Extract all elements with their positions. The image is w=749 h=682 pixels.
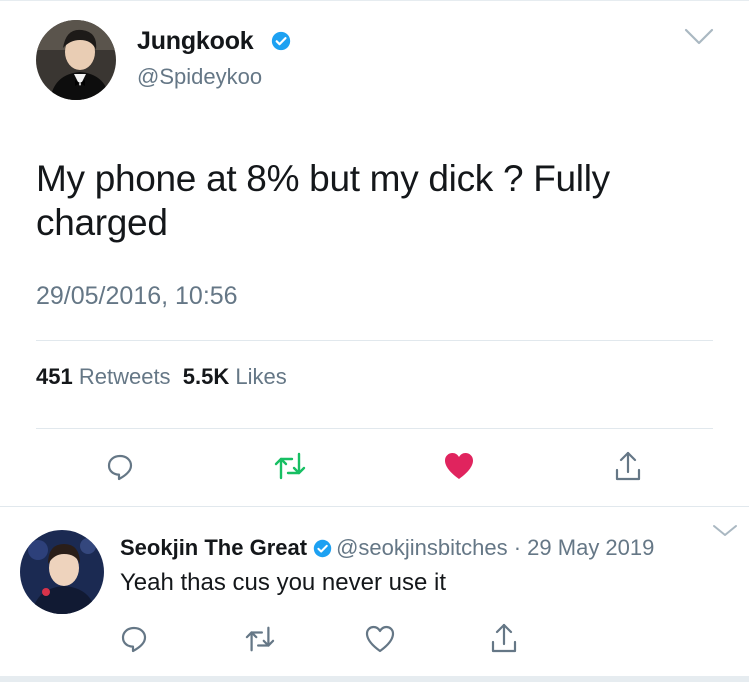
divider (36, 340, 713, 341)
retweet-icon[interactable] (273, 451, 307, 486)
tweet-separator (0, 506, 749, 507)
reply-icon[interactable] (106, 453, 134, 486)
author-avatar[interactable] (36, 20, 116, 100)
share-icon[interactable] (490, 622, 518, 659)
reply-author-name[interactable]: Seokjin The Great (120, 535, 307, 560)
verified-badge-icon (313, 538, 332, 564)
reply-date[interactable]: 29 May 2019 (527, 535, 654, 560)
tweet-text: My phone at 8% but my dick ? Fully charg… (36, 158, 610, 243)
share-icon[interactable] (614, 450, 642, 487)
chevron-down-icon[interactable] (712, 524, 738, 543)
meta-separator: · (513, 535, 522, 560)
retweet-count[interactable]: 451 (36, 364, 73, 389)
verified-badge-icon (271, 31, 291, 56)
like-heart-icon[interactable] (365, 625, 395, 658)
tweet-timestamp[interactable]: 29/05/2016, 10:56 (36, 282, 238, 311)
reply-text: Yeah thas cus you never use it (120, 569, 446, 596)
avatar-photo (20, 530, 104, 614)
reply-author-handle[interactable]: @seokjinsbitches (336, 535, 508, 560)
author-handle[interactable]: @Spideykoo (137, 64, 262, 90)
reply-header: Seokjin The Great @seokjinsbitches · 29 M… (120, 535, 654, 564)
retweet-icon[interactable] (244, 625, 276, 658)
likes-label[interactable]: Likes (235, 364, 286, 389)
like-heart-icon[interactable] (444, 452, 474, 485)
retweets-label[interactable]: Retweets (79, 364, 171, 389)
divider (36, 428, 713, 429)
reply-author-avatar[interactable] (20, 530, 104, 614)
chevron-down-icon[interactable] (684, 28, 714, 51)
avatar-photo (36, 20, 116, 100)
reply-icon[interactable] (120, 625, 148, 658)
bottom-border (0, 676, 749, 682)
top-border (0, 0, 749, 1)
like-count[interactable]: 5.5K (183, 364, 229, 389)
tweet-stats: 451 Retweets 5.5K Likes (36, 364, 287, 390)
author-name[interactable]: Jungkook (137, 27, 254, 56)
